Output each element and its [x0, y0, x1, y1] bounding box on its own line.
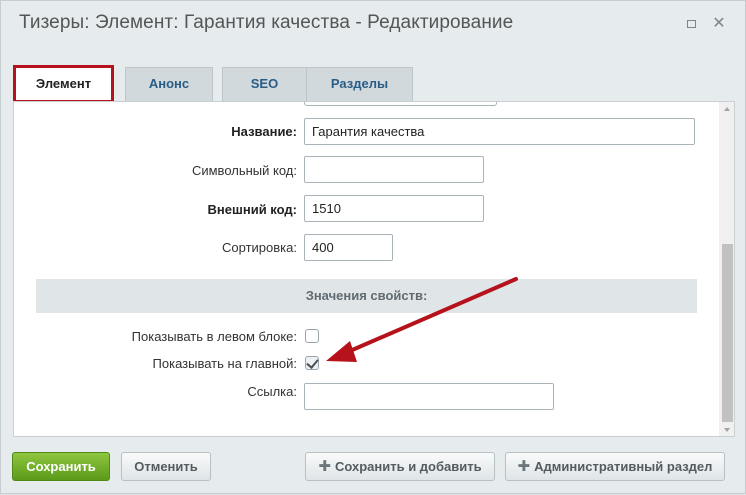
sort-input[interactable]: 400 — [304, 234, 393, 261]
dialog-title: Тизеры: Элемент: Гарантия качества - Ред… — [19, 12, 514, 33]
show-left-label: Показывать в левом блоке: — [131, 329, 297, 344]
plus-icon: ✚ — [517, 458, 531, 475]
close-icon[interactable]: ✕ — [712, 16, 726, 32]
title-bar: Тизеры: Элемент: Гарантия качества - Ред… — [1, 1, 746, 45]
code-label: Символьный код: — [191, 163, 297, 178]
show-left-checkbox[interactable] — [305, 329, 319, 343]
cancel-button[interactable]: Отменить — [121, 452, 211, 481]
code-input[interactable] — [304, 156, 484, 183]
scroll-thumb[interactable] — [722, 244, 733, 422]
scroll-up-arrow-icon[interactable] — [719, 102, 734, 116]
tab-element[interactable]: Элемент — [13, 65, 114, 103]
element-form-panel: Название: Гарантия качества Символьный к… — [13, 101, 735, 437]
name-label: Название: — [231, 124, 297, 139]
plus-icon: ✚ — [318, 458, 331, 475]
external-code-input[interactable]: 1510 — [304, 195, 484, 222]
panel-scrollbar[interactable] — [719, 102, 734, 436]
partially-visible-field[interactable] — [304, 102, 497, 106]
link-input[interactable] — [304, 383, 554, 410]
link-label: Ссылка: — [247, 384, 297, 399]
show-main-label: Показывать на главной: — [152, 356, 297, 371]
name-input[interactable]: Гарантия качества — [304, 118, 695, 145]
admin-section-button[interactable]: ✚ Административный раздел — [505, 452, 725, 481]
show-main-checkbox[interactable] — [305, 356, 319, 370]
tab-sections[interactable]: Разделы — [306, 67, 413, 101]
maximize-icon[interactable] — [684, 17, 698, 31]
edit-dialog: Тизеры: Элемент: Гарантия качества - Ред… — [0, 0, 746, 494]
tab-anons[interactable]: Анонс — [125, 67, 213, 101]
tab-seo[interactable]: SEO — [222, 67, 307, 101]
properties-section-header: Значения свойств: — [36, 279, 697, 313]
sort-label: Сортировка: — [222, 240, 297, 255]
admin-section-label: Административный раздел — [534, 459, 713, 474]
external-code-label: Внешний код: — [207, 202, 297, 217]
save-button[interactable]: Сохранить — [12, 452, 110, 481]
save-and-add-label: Сохранить и добавить — [334, 459, 482, 474]
scroll-down-arrow-icon[interactable] — [719, 423, 734, 436]
save-and-add-button[interactable]: ✚ Сохранить и добавить — [305, 452, 495, 481]
